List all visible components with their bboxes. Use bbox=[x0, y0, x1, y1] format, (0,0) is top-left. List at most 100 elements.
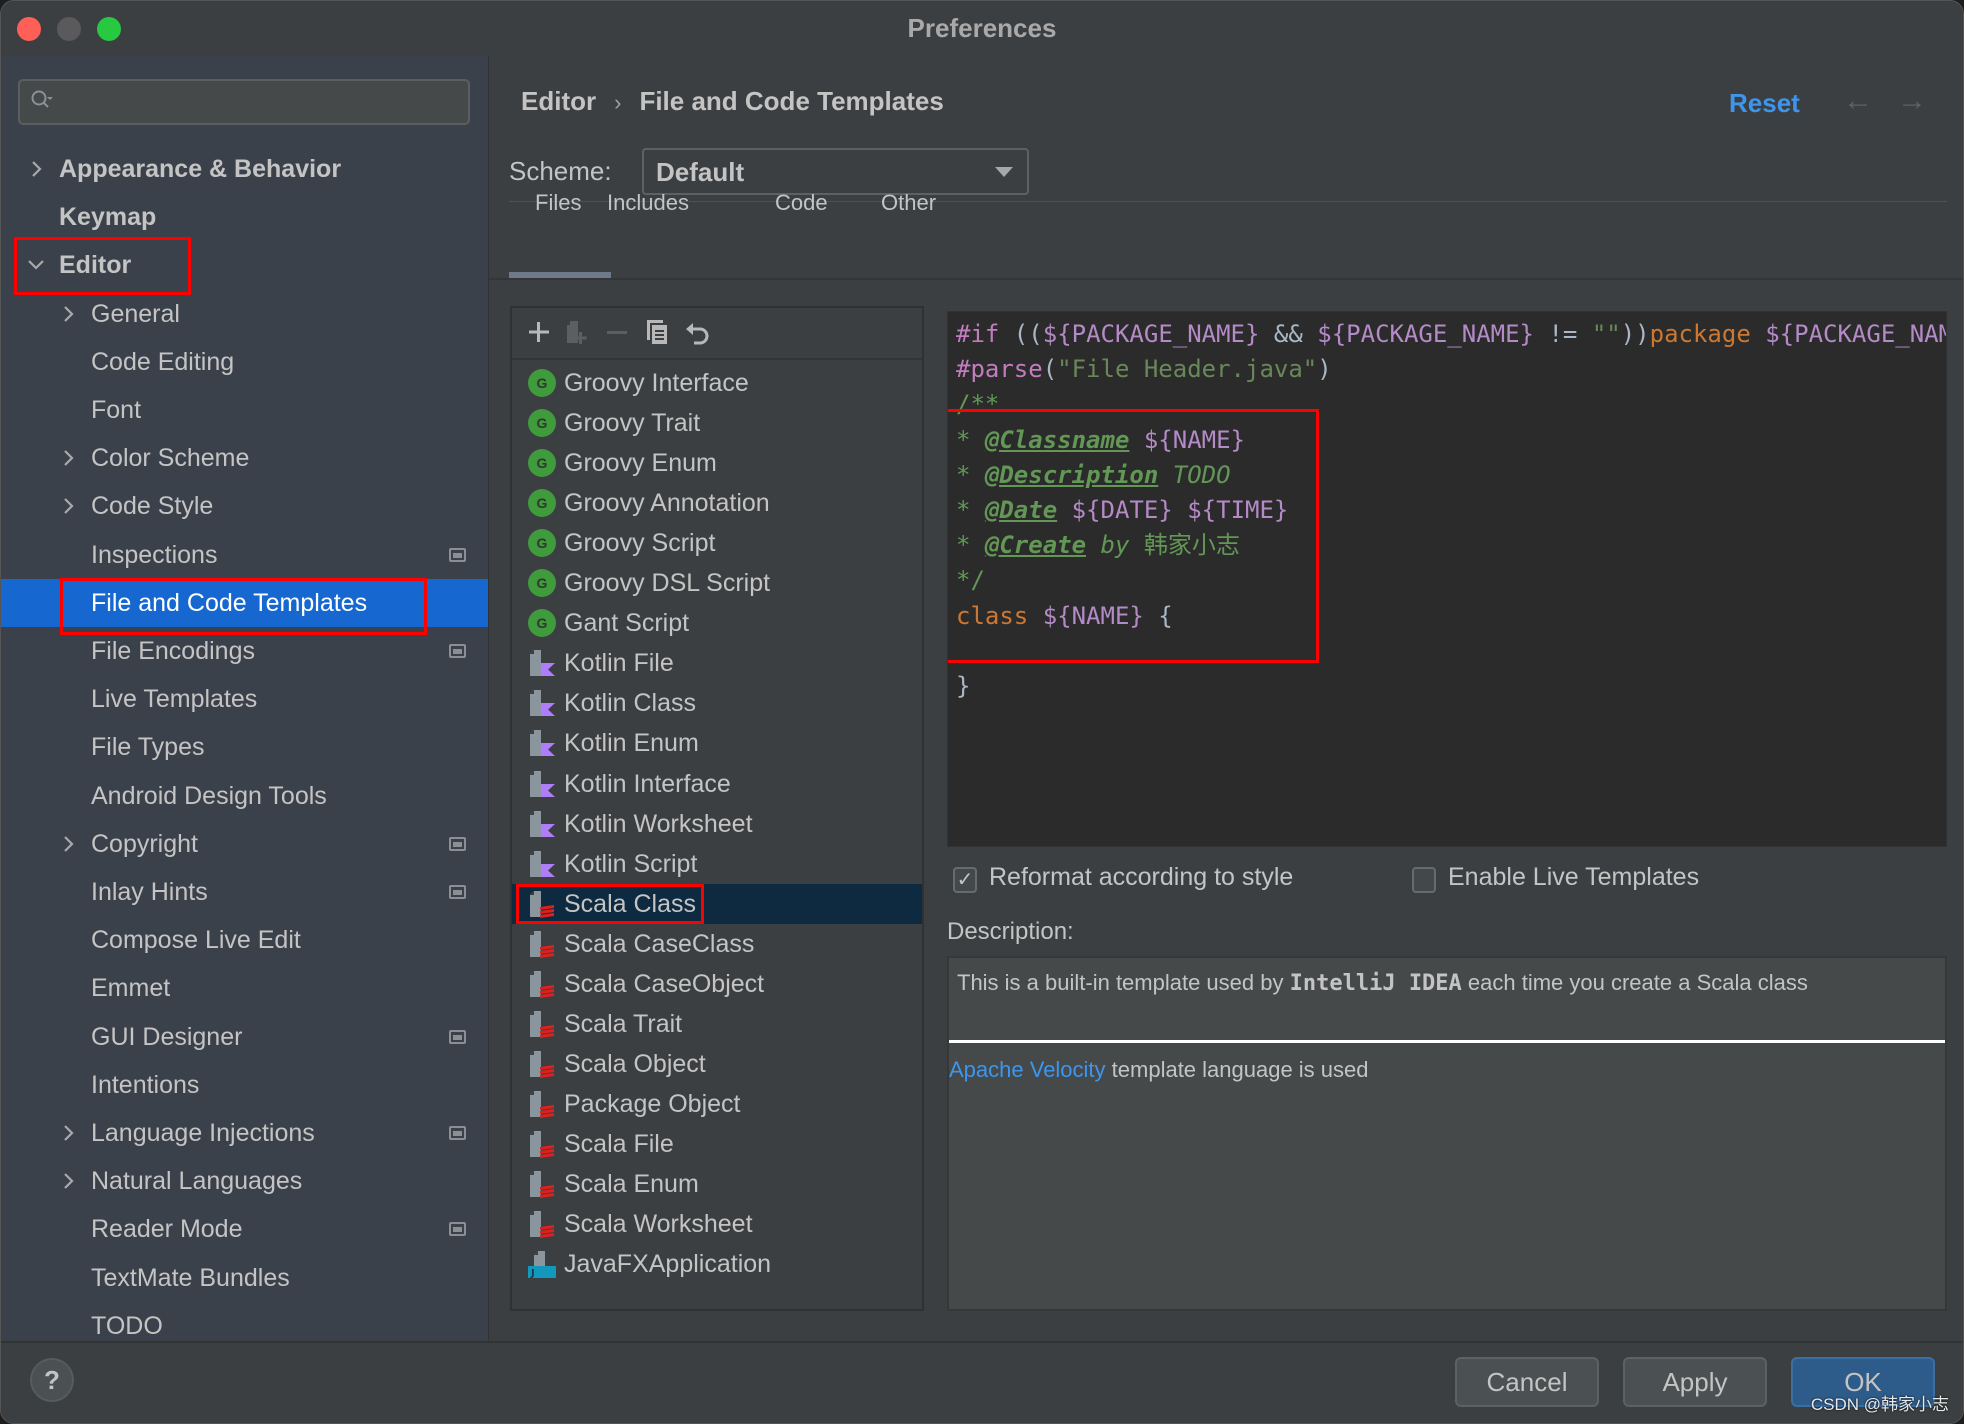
sidebar-item-file-and-code-templates[interactable]: File and Code Templates bbox=[1, 578, 488, 627]
tab-code[interactable]: Code bbox=[775, 190, 828, 216]
back-arrow-icon[interactable]: ← bbox=[1843, 84, 1873, 118]
template-item-groovy-dsl-script[interactable]: G Groovy DSL Script bbox=[512, 563, 922, 603]
scheme-dropdown[interactable]: Default bbox=[642, 148, 1029, 195]
template-item-groovy-script[interactable]: G Groovy Script bbox=[512, 523, 922, 563]
sidebar-item-android-design-tools[interactable]: Android Design Tools bbox=[1, 772, 488, 820]
template-item-groovy-annotation[interactable]: G Groovy Annotation bbox=[512, 483, 922, 523]
sidebar-item-inlay-hints[interactable]: Inlay Hints bbox=[1, 868, 488, 916]
apache-velocity-link[interactable]: Apache Velocity bbox=[949, 1057, 1106, 1082]
chevron-right-icon[interactable] bbox=[58, 1157, 78, 1205]
sidebar-item-appearance-behavior[interactable]: Appearance & Behavior bbox=[1, 145, 488, 193]
sidebar-item-label: Code Editing bbox=[91, 347, 235, 376]
chevron-right-icon[interactable] bbox=[58, 820, 78, 868]
sidebar-item-code-style[interactable]: Code Style bbox=[1, 482, 488, 530]
project-level-icon bbox=[449, 644, 466, 658]
template-item-kotlin-class[interactable]: Kotlin Class bbox=[512, 683, 922, 723]
sidebar-item-inspections[interactable]: Inspections bbox=[1, 531, 488, 579]
live-templates-checkbox[interactable] bbox=[1412, 867, 1436, 893]
template-item-label: Kotlin Interface bbox=[564, 769, 731, 798]
apply-button[interactable]: Apply bbox=[1623, 1357, 1767, 1407]
sidebar-item-copyright[interactable]: Copyright bbox=[1, 820, 488, 868]
add-child-template-icon[interactable] bbox=[562, 317, 592, 347]
chevron-right-icon[interactable] bbox=[58, 1109, 78, 1157]
sidebar-item-textmate-bundles[interactable]: TextMate Bundles bbox=[1, 1254, 488, 1302]
sidebar-item-general[interactable]: General bbox=[1, 290, 488, 338]
template-item-label: Kotlin Worksheet bbox=[564, 809, 753, 838]
template-item-label: Kotlin Class bbox=[564, 689, 696, 718]
remove-icon[interactable] bbox=[602, 317, 632, 347]
sidebar-item-font[interactable]: Font bbox=[1, 386, 488, 434]
groovy-file-icon: G bbox=[528, 449, 556, 478]
sidebar-item-intentions[interactable]: Intentions bbox=[1, 1061, 488, 1109]
sidebar-item-language-injections[interactable]: Language Injections bbox=[1, 1109, 488, 1157]
template-item-kotlin-worksheet[interactable]: Kotlin Worksheet bbox=[512, 804, 922, 844]
template-item-package-object[interactable]: Package Object bbox=[512, 1084, 922, 1124]
groovy-file-icon: G bbox=[528, 529, 556, 558]
watermark: CSDN @韩家小志 bbox=[1810, 1395, 1949, 1414]
description-footer: Apache Velocity template language is use… bbox=[949, 1055, 1369, 1085]
template-item-groovy-interface[interactable]: G Groovy Interface bbox=[512, 363, 922, 403]
tab-other[interactable]: Other bbox=[881, 190, 936, 216]
reformat-checkbox[interactable]: ✓ bbox=[953, 867, 977, 893]
copy-icon[interactable] bbox=[642, 317, 672, 347]
groovy-file-icon: G bbox=[528, 569, 556, 598]
template-item-scala-caseclass[interactable]: Scala CaseClass bbox=[512, 924, 922, 964]
template-item-scala-enum[interactable]: Scala Enum bbox=[512, 1164, 922, 1204]
chevron-right-icon[interactable] bbox=[58, 290, 78, 338]
sidebar-item-editor[interactable]: Editor bbox=[1, 241, 488, 289]
sidebar-item-keymap[interactable]: Keymap bbox=[1, 193, 488, 241]
template-item-label: Kotlin File bbox=[564, 649, 674, 678]
tab-files[interactable]: Files bbox=[535, 190, 581, 216]
sidebar-item-gui-designer[interactable]: GUI Designer bbox=[1, 1013, 488, 1061]
template-item-scala-trait[interactable]: Scala Trait bbox=[512, 1004, 922, 1044]
template-item-javafxapplication[interactable]: J JavaFXApplication bbox=[512, 1244, 922, 1284]
svg-text:J: J bbox=[530, 1268, 535, 1278]
breadcrumb-editor[interactable]: Editor bbox=[521, 86, 596, 116]
sidebar-item-todo[interactable]: TODO bbox=[1, 1302, 488, 1341]
chevron-right-icon[interactable] bbox=[58, 482, 78, 530]
sidebar-item-reader-mode[interactable]: Reader Mode bbox=[1, 1205, 488, 1253]
template-item-scala-object[interactable]: Scala Object bbox=[512, 1044, 922, 1084]
template-item-scala-class[interactable]: Scala Class bbox=[512, 883, 922, 924]
reset-link[interactable]: Reset bbox=[1729, 88, 1800, 119]
sidebar-item-compose-live-edit[interactable]: Compose Live Edit bbox=[1, 916, 488, 964]
sidebar-item-code-editing[interactable]: Code Editing bbox=[1, 338, 488, 386]
forward-arrow-icon[interactable]: → bbox=[1897, 84, 1927, 118]
template-item-kotlin-interface[interactable]: Kotlin Interface bbox=[512, 764, 922, 804]
add-icon[interactable] bbox=[524, 317, 554, 347]
code-token: package bbox=[1649, 320, 1751, 348]
help-button[interactable]: ? bbox=[30, 1358, 74, 1402]
sidebar-item-label: Live Templates bbox=[91, 685, 258, 714]
sidebar-item-label: Color Scheme bbox=[91, 444, 250, 473]
chevron-right-icon[interactable] bbox=[58, 434, 78, 482]
template-item-groovy-enum[interactable]: G Groovy Enum bbox=[512, 443, 922, 483]
sidebar-item-color-scheme[interactable]: Color Scheme bbox=[1, 434, 488, 482]
sidebar-item-natural-languages[interactable]: Natural Languages bbox=[1, 1157, 488, 1205]
template-item-groovy-trait[interactable]: G Groovy Trait bbox=[512, 403, 922, 443]
reset-icon[interactable] bbox=[682, 317, 712, 347]
template-item-label: Scala Object bbox=[564, 1049, 706, 1078]
template-item-label: Gant Script bbox=[564, 609, 690, 638]
cancel-button[interactable]: Cancel bbox=[1455, 1357, 1599, 1407]
sidebar-item-live-templates[interactable]: Live Templates bbox=[1, 675, 488, 723]
tab-includes[interactable]: Includes bbox=[607, 190, 689, 216]
settings-search-input[interactable] bbox=[18, 79, 470, 125]
project-level-icon bbox=[449, 885, 466, 899]
template-code-editor[interactable]: #if ((${PACKAGE_NAME} && ${PACKAGE_NAME}… bbox=[947, 311, 1947, 847]
chevron-down-icon[interactable] bbox=[26, 241, 46, 289]
chevron-right-icon[interactable] bbox=[26, 145, 46, 193]
template-item-kotlin-script[interactable]: Kotlin Script bbox=[512, 844, 922, 884]
scala-file-icon bbox=[530, 1090, 554, 1118]
template-item-kotlin-enum[interactable]: Kotlin Enum bbox=[512, 723, 922, 763]
sidebar-item-emmet[interactable]: Emmet bbox=[1, 964, 488, 1012]
template-item-scala-worksheet[interactable]: Scala Worksheet bbox=[512, 1204, 922, 1244]
template-item-scala-file[interactable]: Scala File bbox=[512, 1124, 922, 1164]
sidebar-item-file-encodings[interactable]: File Encodings bbox=[1, 627, 488, 675]
scala-file-icon bbox=[530, 1130, 554, 1158]
template-item-kotlin-file[interactable]: Kotlin File bbox=[512, 643, 922, 683]
template-item-scala-caseobject[interactable]: Scala CaseObject bbox=[512, 964, 922, 1004]
template-item-gant-script[interactable]: G Gant Script bbox=[512, 603, 922, 643]
sidebar-item-file-types[interactable]: File Types bbox=[1, 723, 488, 771]
